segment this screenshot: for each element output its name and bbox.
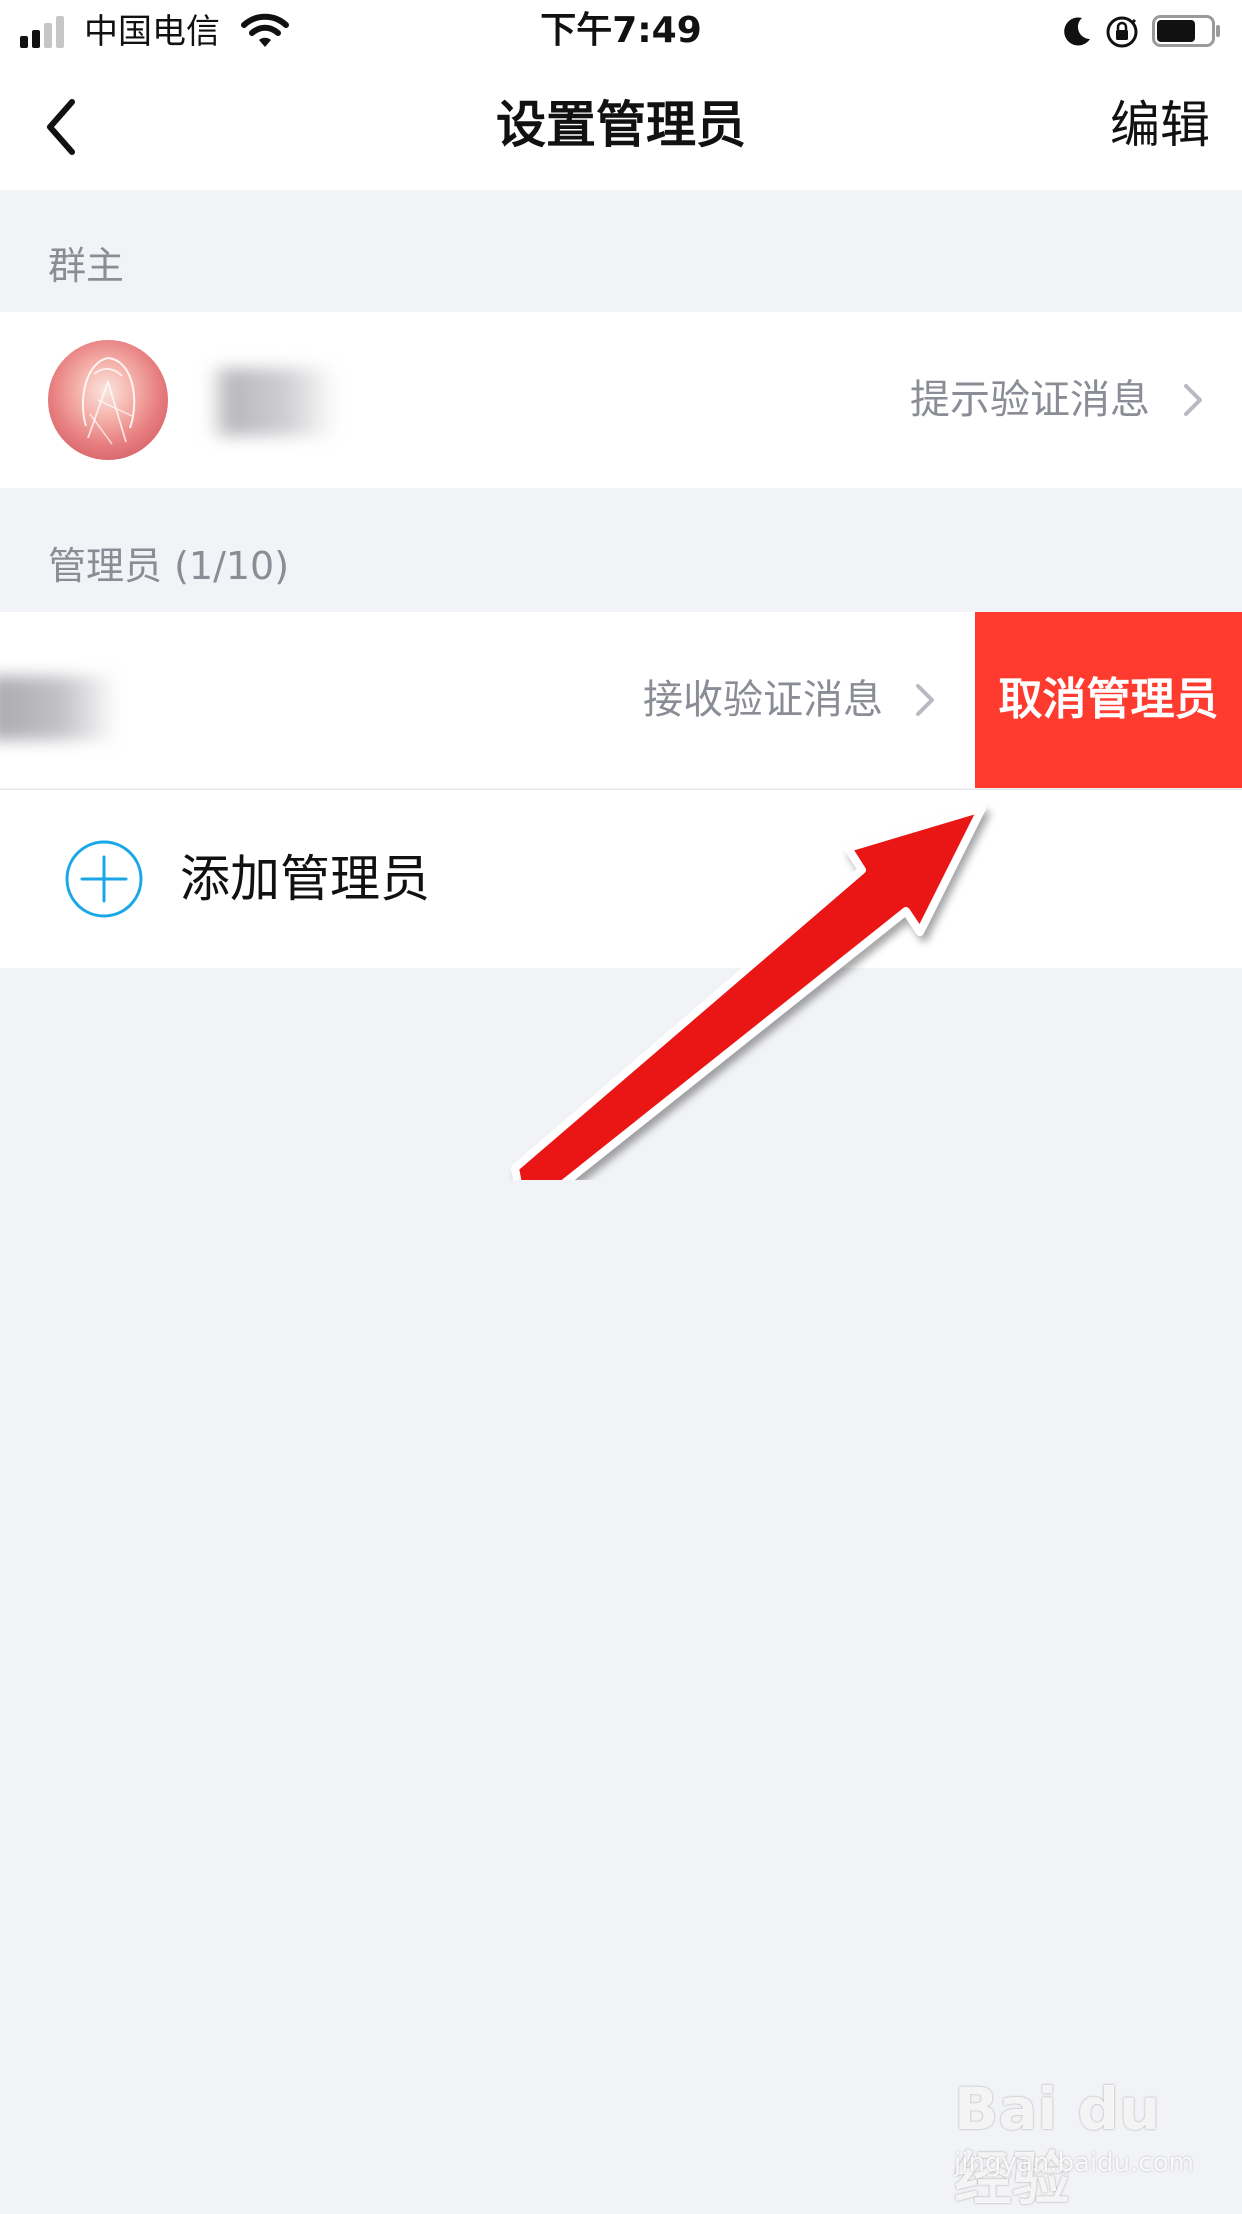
rotation-lock-icon [1106, 16, 1138, 48]
admin-row-content[interactable]: 接收验证消息 [0, 612, 975, 788]
edit-button[interactable]: 编辑 [1060, 90, 1210, 160]
carrier-name: 中国电信 [84, 12, 220, 52]
chevron-right-icon [1184, 384, 1202, 416]
battery-icon [1152, 15, 1220, 47]
add-admin-label: 添加管理员 [180, 850, 430, 908]
admin-section-label: 管理员 (1/10) [48, 544, 290, 588]
cellular-signal-icon [20, 14, 72, 48]
admin-row[interactable]: 接收验证消息 取消管理员 [0, 612, 1242, 788]
status-time: 下午7:49 [540, 10, 702, 51]
moon-icon [1064, 17, 1090, 46]
avatar-sketch-icon [82, 356, 136, 445]
owner-section-label: 群主 [48, 244, 125, 288]
owner-avatar [48, 340, 168, 460]
baidu-watermark: Bai du 经验 jingyan.baidu.com [950, 2070, 1230, 2213]
owner-name-blurred [208, 368, 338, 436]
battery-level-fill [1157, 20, 1195, 42]
status-bar: 中国电信 下午7:49 [0, 0, 1242, 62]
owner-row[interactable]: 提示验证消息 [0, 312, 1242, 488]
watermark-brand: Bai du 经验 [954, 2075, 1161, 2213]
annotation-arrow-icon [511, 804, 986, 1180]
chevron-right-icon [916, 684, 934, 716]
top-bar: 中国电信 下午7:49 设置管理员 编辑 [0, 0, 1242, 190]
back-chevron-icon[interactable] [36, 92, 92, 162]
owner-verification-text: 提示验证消息 [910, 377, 1150, 423]
wifi-icon [241, 13, 289, 47]
navigation-bar: 设置管理员 编辑 [0, 62, 1242, 190]
page-title: 设置管理员 [496, 96, 746, 154]
admin-name-blurred [0, 676, 118, 740]
cancel-admin-button[interactable]: 取消管理员 [975, 612, 1242, 788]
watermark-url: jingyan.baidu.com [954, 2148, 1194, 2178]
add-circle-icon [65, 840, 143, 918]
admin-verification-text: 接收验证消息 [643, 677, 883, 723]
